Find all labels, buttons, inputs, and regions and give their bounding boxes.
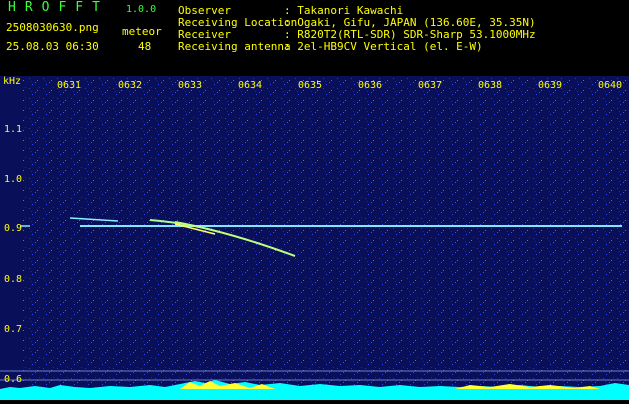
spectrogram-area: kHz 1.1 1.0 0.9 0.8 0.7 0.6	[0, 76, 629, 400]
app-title: HROFFT	[8, 0, 109, 15]
y-tick-1.0: 1.0	[4, 174, 23, 185]
spectrogram-plot	[0, 78, 629, 400]
x-tick-0633: 0633	[178, 80, 203, 91]
y-tick-0.8: 0.8	[4, 274, 23, 285]
x-tick-0638: 0638	[478, 80, 503, 91]
x-tick-0635: 0635	[298, 80, 323, 91]
meteor-label: meteor	[122, 25, 162, 38]
y-unit-label: kHz	[3, 76, 22, 87]
x-tick-0634: 0634	[238, 80, 263, 91]
x-tick-0632: 0632	[118, 80, 143, 91]
file-name: 2508030630.png	[6, 21, 99, 34]
y-tick-0.9: 0.9	[4, 223, 23, 234]
timestamp: 25.08.03 06:30	[6, 40, 99, 53]
x-tick-0631: 0631	[57, 80, 82, 91]
x-tick-0636: 0636	[358, 80, 383, 91]
y-tick-0.7: 0.7	[4, 324, 23, 335]
y-tick-0.6: 0.6	[4, 374, 23, 385]
x-tick-0639: 0639	[538, 80, 563, 91]
antenna-value: : 2el-HB9CV Vertical (el. E-W)	[284, 40, 483, 53]
y-tick-1.1: 1.1	[4, 124, 23, 135]
noise-background	[22, 78, 627, 400]
x-tick-0640: 0640	[598, 80, 623, 91]
app-version: 1.0.0	[126, 4, 157, 15]
antenna-label: Receiving antenna	[178, 40, 291, 53]
meteor-count: 48	[138, 40, 152, 53]
header-panel: HROFFT 1.0.0 2508030630.png 25.08.03 06:…	[0, 0, 629, 76]
x-tick-0637: 0637	[418, 80, 443, 91]
